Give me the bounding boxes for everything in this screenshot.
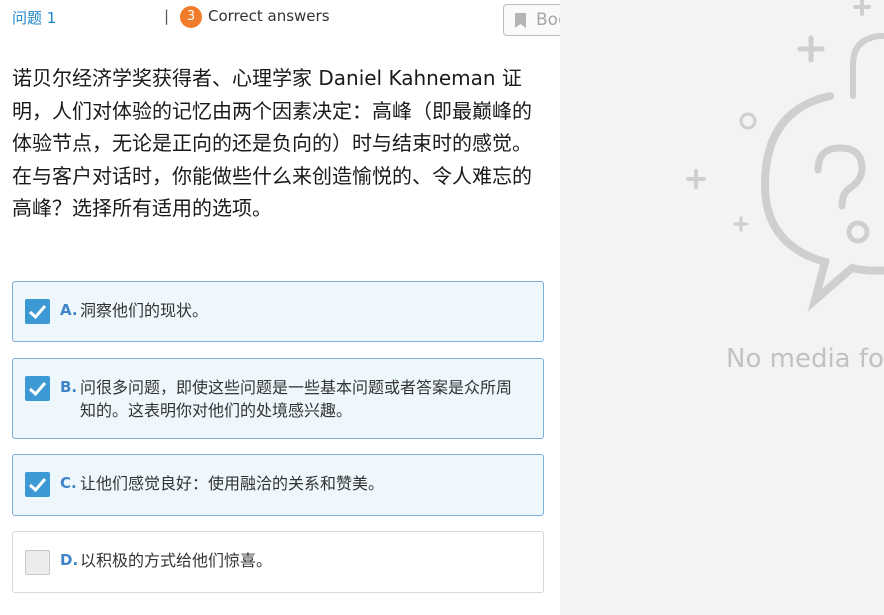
checkbox-checked[interactable] — [25, 376, 50, 401]
check-icon — [28, 305, 47, 320]
question-bubble-icon — [686, 0, 884, 312]
option-letter: C. — [60, 474, 77, 492]
header-separator: | — [164, 7, 170, 25]
option-text: 洞察他们的现状。 — [80, 301, 209, 320]
option-d[interactable]: D. 以积极的方式给他们惊喜。 — [12, 531, 544, 593]
bookmark-icon — [515, 13, 526, 28]
question-paragraph-1: 诺贝尔经济学奖获得者、心理学家 Daniel Kahneman 证明，人们对体验… — [12, 66, 532, 155]
question-pane: 问题 1 | 3 Correct answers Bookmark 诺贝尔经济学… — [0, 0, 632, 615]
question-number: 问题 1 — [12, 9, 57, 27]
option-text: 问很多问题，即使这些问题是一些基本问题或者答案是众所周知的。这表明你对他们的处境… — [80, 378, 513, 420]
check-icon — [28, 382, 47, 397]
option-letter: B. — [60, 378, 78, 396]
media-pane: No media fo — [560, 0, 884, 615]
correct-count-badge: 3 — [180, 6, 202, 28]
checkbox-checked[interactable] — [25, 299, 50, 324]
checkbox-checked[interactable] — [25, 472, 50, 497]
option-b[interactable]: B. 问很多问题，即使这些问题是一些基本问题或者答案是众所周知的。这表明你对他们… — [12, 358, 544, 439]
correct-answers-label: Correct answers — [208, 7, 330, 25]
option-a[interactable]: A. 洞察他们的现状。 — [12, 281, 544, 342]
option-text: 让他们感觉良好：使用融洽的关系和赞美。 — [80, 474, 385, 493]
option-c[interactable]: C. 让他们感觉良好：使用融洽的关系和赞美。 — [12, 454, 544, 516]
no-media-text: No media fo — [726, 344, 884, 374]
question-header: 问题 1 | 3 Correct answers Bookmark — [12, 4, 632, 36]
option-letter: D. — [60, 551, 79, 569]
check-icon — [28, 478, 47, 493]
question-text: 诺贝尔经济学奖获得者、心理学家 Daniel Kahneman 证明，人们对体验… — [12, 62, 542, 225]
option-text: 以积极的方式给他们惊喜。 — [80, 551, 273, 570]
checkbox-unchecked[interactable] — [25, 550, 50, 575]
option-letter: A. — [60, 301, 78, 319]
question-paragraph-2: 在与客户对话时，你能做些什么来创造愉悦的、令人难忘的高峰？选择所有适用的选项。 — [12, 163, 532, 221]
